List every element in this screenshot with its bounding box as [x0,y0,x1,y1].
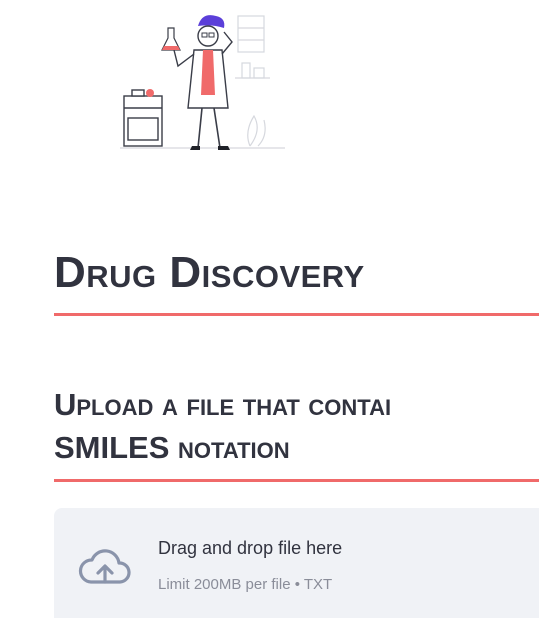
file-dropzone[interactable]: Drag and drop file here Limit 200MB per … [54,508,539,618]
upload-heading-line2: SMILES notation [54,430,290,465]
title-underline [54,313,539,316]
upload-heading: Upload a file that contai SMILES notatio… [54,383,539,469]
cloud-upload-icon [78,549,131,584]
upload-heading-line1: Upload a file that contai [54,387,392,422]
scientist-illustration [120,15,285,150]
page-title: Drug Discovery [54,248,365,297]
dropzone-instruction: Drag and drop file here [158,538,343,558]
subtitle-underline [54,479,539,482]
dropzone-limit: Limit 200MB per file • TXT [158,576,333,593]
